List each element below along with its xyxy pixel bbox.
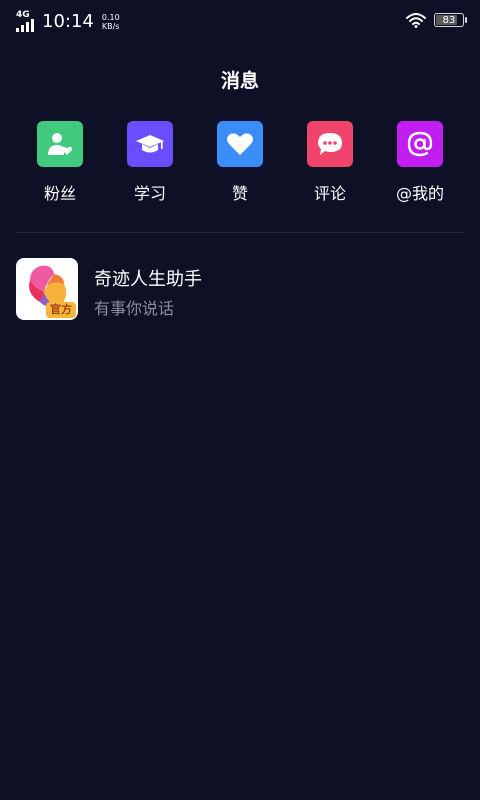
category-study[interactable]: 学习 xyxy=(110,121,190,204)
clock: 10:14 xyxy=(42,11,94,32)
message-categories: 粉丝 学习 赞 评论 @我的 xyxy=(0,121,480,211)
battery-level: 83 xyxy=(442,15,456,26)
network-speed-value: 0.10 xyxy=(101,13,120,22)
battery-icon: 83 xyxy=(434,13,467,27)
category-label: @我的 xyxy=(395,184,444,203)
category-comments[interactable]: 评论 xyxy=(290,121,370,204)
status-bar: 4G 10:14 0.10 KB/s 83 xyxy=(0,0,480,44)
message-item[interactable]: 官方 奇迹人生助手 有事你说话 xyxy=(16,258,464,322)
category-label: 粉丝 xyxy=(43,184,76,203)
network-speed: 0.10 KB/s xyxy=(102,13,120,31)
page-title: 消息 xyxy=(220,70,259,92)
divider xyxy=(16,232,464,233)
category-fans[interactable]: 粉丝 xyxy=(20,121,100,204)
fans-icon xyxy=(37,121,83,167)
category-likes[interactable]: 赞 xyxy=(200,121,280,204)
comment-bubble-icon xyxy=(307,121,353,167)
heart-icon xyxy=(217,121,263,167)
at-icon xyxy=(397,121,443,167)
category-label: 评论 xyxy=(313,184,346,203)
network-speed-unit: KB/s xyxy=(101,22,120,31)
official-badge: 官方 xyxy=(46,302,76,318)
cellular-signal-icon: 4G xyxy=(16,10,38,34)
messages-screen: 4G 10:14 0.10 KB/s 83 消息 粉丝 学习 赞 评论 @我的 … xyxy=(0,0,480,800)
app-logo-icon: 官方 xyxy=(16,258,78,320)
category-label: 学习 xyxy=(133,184,166,203)
wifi-icon xyxy=(406,13,426,28)
message-preview: 有事你说话 xyxy=(94,299,175,318)
category-mentions[interactable]: @我的 xyxy=(380,121,460,204)
message-sender-name: 奇迹人生助手 xyxy=(94,269,202,290)
category-label: 赞 xyxy=(231,184,248,203)
graduation-cap-icon xyxy=(127,121,173,167)
status-left: 4G 10:14 0.10 KB/s xyxy=(16,10,120,34)
status-right: 83 xyxy=(406,12,467,28)
